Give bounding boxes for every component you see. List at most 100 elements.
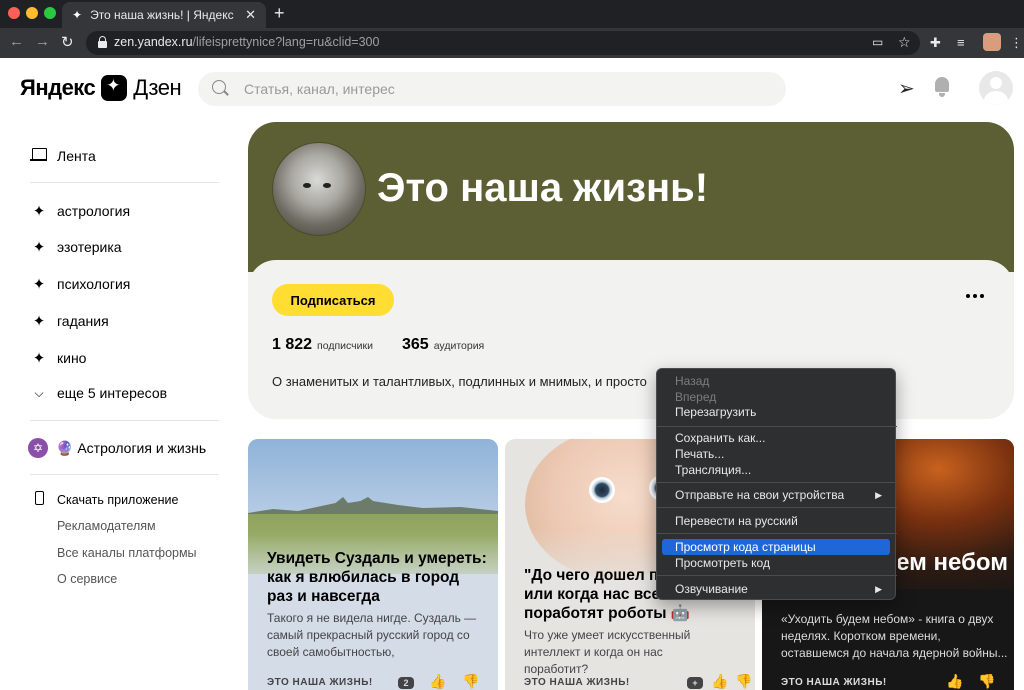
menu-item-cast[interactable]: Трансляция... [662,462,890,478]
site-header: Яндекс Дзен Статья, канал, интерес ➢ [0,58,1024,120]
subscribers-stat: 1 822 подписчики [272,336,373,353]
menu-item-view-source[interactable]: Просмотр кода страницы [662,539,890,555]
profile-avatar-icon[interactable] [983,33,1001,51]
sparkle-icon: ✦ [32,203,46,220]
sidebar-item-interest[interactable]: ✦ эзотерика [30,238,122,256]
menu-item-inspect[interactable]: Просмотреть код [662,555,890,571]
sparkle-icon: ✦ [32,239,46,256]
submenu-arrow-icon: ▶ [875,490,882,500]
like-icon[interactable]: 👍 [946,673,963,690]
menu-separator [657,575,897,576]
menu-separator [657,533,897,534]
download-app-link[interactable]: Скачать приложение [30,491,178,509]
subscribe-button[interactable]: Подписаться [272,284,394,316]
bell-icon[interactable] [933,77,951,97]
card-source[interactable]: ЭТО НАША ЖИЗНЬ! [267,677,373,688]
channel-header: Это наша жизнь! Подписаться 1 822 подпис… [248,122,1014,419]
feed-icon [29,148,47,161]
new-tab-button[interactable]: + [274,3,285,24]
card-snippet: Что уже умеет искусственный интеллект и … [524,628,691,676]
maximize-window-button[interactable] [44,7,56,19]
sparkle-icon: ✦ [32,276,46,293]
media-queue-icon[interactable]: ≡ [957,35,965,50]
subscribe-plus-badge[interactable]: + [687,677,703,689]
close-tab-icon[interactable]: ✕ [245,7,256,23]
sidebar-item-more-interests[interactable]: ⌵ еще 5 интересов [30,385,167,401]
tab-title: Это наша жизнь! | Яндекс Дзен [90,8,236,22]
divider [30,474,219,475]
article-card[interactable]: Увидеть Суздаль и умереть: как я влюбила… [248,439,498,690]
browser-tab-bar: ✦ Это наша жизнь! | Яндекс Дзен ✕ + [0,0,1024,28]
like-icon[interactable]: 👍 [429,673,446,690]
card-snippet: Такого я не видела нигде. Суздаль — самы… [267,611,477,659]
card-source[interactable]: ЭТО НАША ЖИЗНЬ! [524,677,630,688]
card-source[interactable]: ЭТО НАША ЖИЗНЬ! [781,677,887,688]
audience-stat: 365 аудитория [402,336,485,353]
menu-item-reload[interactable]: Перезагрузить [662,404,890,420]
dislike-icon[interactable]: 👎 [978,673,995,690]
menu-item-speech[interactable]: Озвучивание ▶ [662,581,890,597]
card-snippet: «Уходить будем небом» - книга о двух нед… [781,612,1008,660]
divider [30,182,219,183]
reload-icon[interactable]: ↻ [61,33,74,51]
chevron-down-icon: ⌵ [34,385,44,400]
menu-separator [657,507,897,508]
cast-icon[interactable]: ▭ [872,35,883,49]
bookmark-star-icon[interactable]: ☆ [898,34,911,51]
like-icon[interactable]: 👍 [711,673,728,690]
dislike-icon[interactable]: 👎 [462,673,479,690]
url-text[interactable]: zen.yandex.ru/lifeisprettynice?lang=ru&c… [114,35,379,49]
more-options-icon[interactable] [966,294,984,298]
menu-separator [657,426,897,427]
channel-description: О знаменитых и талантливых, подлинных и … [272,374,647,389]
sparkle-icon: ✦ [32,313,46,330]
channel-banner: Это наша жизнь! [248,122,1014,272]
sparkle-icon: ✦ [32,350,46,367]
browser-tab[interactable]: ✦ Это наша жизнь! | Яндекс Дзен ✕ [62,2,266,28]
sidebar-item-subscription[interactable]: ✡ 🔮 Астрология и жизнь [28,438,206,458]
back-arrow-icon[interactable]: ← [9,33,24,50]
search-placeholder: Статья, канал, интерес [244,81,395,97]
menu-item-save-as[interactable]: Сохранить как... [662,430,890,446]
sidebar: Лента ✦ астрология ✦ эзотерика ✦ психоло… [0,120,230,690]
lock-icon [98,36,107,48]
comments-count-badge[interactable]: 2 [398,677,414,689]
menu-item-send-to-devices[interactable]: Отправьте на свои устройства ▶ [662,487,890,503]
about-link[interactable]: О сервисе [57,572,117,586]
menu-item-print[interactable]: Печать... [662,446,890,462]
zen-favicon-icon: ✦ [72,8,83,22]
channel-avatar[interactable] [272,142,366,236]
browser-menu-icon[interactable]: ⋮ [1010,35,1023,51]
menu-item-back: Назад [675,374,710,388]
divider [30,420,219,421]
address-bar[interactable]: zen.yandex.ru/lifeisprettynice?lang=ru&c… [86,31,920,55]
zen-star-icon [101,75,128,101]
user-avatar-icon[interactable] [979,71,1013,105]
context-menu: Назад Вперед Перезагрузить Сохранить как… [656,368,897,600]
sidebar-item-interest[interactable]: ✦ гадания [30,312,109,330]
sidebar-item-interest[interactable]: ✦ психология [30,275,131,293]
yandex-zen-logo[interactable]: Яндекс Дзен [20,75,182,101]
channel-title: Это наша жизнь! [377,166,709,210]
astrology-channel-icon: ✡ [28,438,48,458]
advertisers-link[interactable]: Рекламодателям [57,519,156,533]
sidebar-item-feed[interactable]: Лента [29,147,96,164]
search-input[interactable]: Статья, канал, интерес [198,72,786,106]
menu-separator [657,482,897,483]
menu-item-translate[interactable]: Перевести на русский [662,513,890,529]
all-channels-link[interactable]: Все каналы платформы [57,546,197,560]
menu-item-forward: Вперед [675,390,717,404]
phone-icon [34,491,44,505]
sidebar-item-interest[interactable]: ✦ астрология [30,202,130,220]
card-title: Увидеть Суздаль и умереть: как я влюбила… [267,550,487,605]
close-window-button[interactable] [8,7,20,19]
minimize-window-button[interactable] [26,7,38,19]
card-title: Уходить будем небом [898,549,1008,576]
send-icon[interactable]: ➢ [898,76,915,101]
submenu-arrow-icon: ▶ [875,584,882,594]
forward-arrow-icon[interactable]: → [35,33,50,50]
browser-toolbar: ← → ↻ zen.yandex.ru/lifeisprettynice?lan… [0,28,1024,58]
dislike-icon[interactable]: 👎 [735,673,752,690]
sidebar-item-interest[interactable]: ✦ кино [30,349,87,367]
extensions-puzzle-icon[interactable]: ✚ [930,35,941,51]
